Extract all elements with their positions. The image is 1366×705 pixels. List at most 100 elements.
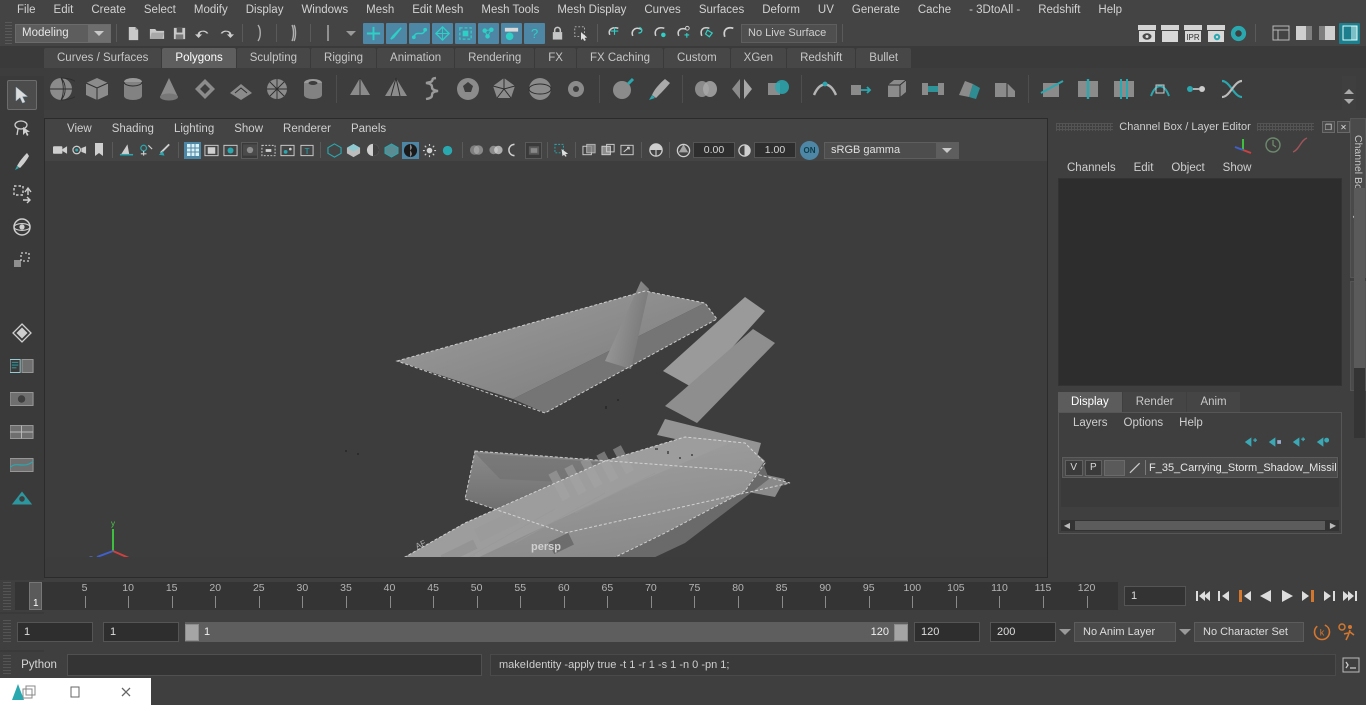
lock-icon[interactable]	[547, 23, 568, 44]
grab-viewport-icon[interactable]	[619, 142, 636, 159]
animation-end-time-field[interactable]: 200	[990, 622, 1056, 642]
range-end-handle[interactable]	[894, 623, 908, 641]
select-render-icon[interactable]	[501, 22, 522, 44]
select-tool[interactable]	[7, 80, 37, 110]
exposure-control-icon[interactable]	[675, 142, 692, 159]
poly-cube-icon[interactable]	[80, 72, 114, 106]
four-view-layout[interactable]	[7, 417, 37, 447]
menu-edit-mesh[interactable]: Edit Mesh	[403, 0, 472, 20]
xray-joints-icon[interactable]	[487, 142, 504, 159]
select-dynamic-icon[interactable]	[478, 22, 499, 44]
offset-edge-loop-icon[interactable]	[1107, 72, 1141, 106]
time-slider-track[interactable]: 1 5 10 15 20 25 30 35 40 45 50 55 60 65 70 75 80 85 90 95 1…	[15, 582, 1118, 610]
booleans-icon[interactable]	[761, 72, 795, 106]
shelf-tab-bullet[interactable]: Bullet	[856, 48, 912, 68]
menuset-selector[interactable]: Modeling	[15, 23, 111, 43]
step-forward-keyframe-icon[interactable]	[1319, 586, 1338, 606]
shelf-tab-redshift[interactable]: Redshift	[787, 48, 856, 68]
grid-icon[interactable]	[184, 141, 201, 159]
channel-box-menu-show[interactable]: Show	[1214, 162, 1261, 174]
flat-shade-icon[interactable]	[383, 142, 400, 159]
menu-modify[interactable]: Modify	[185, 0, 237, 20]
select-components-icon[interactable]	[553, 142, 570, 159]
layer-tab-display[interactable]: Display	[1058, 392, 1122, 412]
quad-draw-icon[interactable]	[1143, 72, 1177, 106]
command-language-label[interactable]: Python	[11, 659, 67, 671]
redo-icon[interactable]	[215, 23, 236, 44]
shelf-tab-xgen[interactable]: XGen	[730, 48, 787, 68]
make-live-icon[interactable]	[719, 23, 740, 44]
snap-to-view-plane-icon[interactable]	[696, 23, 717, 44]
range-slider-track[interactable]: 1 120	[185, 622, 908, 642]
scrollbar-thumb[interactable]	[1075, 521, 1325, 530]
shelf-tab-fx-caching[interactable]: FX Caching	[576, 48, 664, 68]
shelf-tab-rendering[interactable]: Rendering	[455, 48, 535, 68]
poly-plane-icon[interactable]	[224, 72, 258, 106]
viewport-menu-lighting[interactable]: Lighting	[164, 119, 224, 139]
poly-pipe-icon[interactable]	[296, 72, 330, 106]
animation-start-time-field[interactable]: 1	[17, 622, 93, 642]
menu-select[interactable]: Select	[135, 0, 185, 20]
viewport-menu-show[interactable]: Show	[224, 119, 273, 139]
layer-name[interactable]: F_35_Carrying_Storm_Shadow_Missile	[1149, 462, 1337, 474]
textures-icon[interactable]	[402, 141, 419, 159]
step-forward-frame-icon[interactable]	[1298, 586, 1317, 606]
character-set-selector[interactable]: No Character Set	[1194, 622, 1304, 642]
select-camera-icon[interactable]	[52, 142, 69, 159]
xray-active-components-icon[interactable]	[506, 142, 523, 159]
channel-box-content[interactable]	[1058, 178, 1342, 386]
viewport-3d-canvas[interactable]: 06 AF	[45, 161, 1047, 557]
menu-uv[interactable]: UV	[809, 0, 843, 20]
color-management-toggle[interactable]: ON	[800, 140, 819, 160]
select-by-hierarchy-icon[interactable]	[249, 23, 270, 44]
maximize-icon[interactable]	[50, 678, 100, 705]
poly-pyramid-icon[interactable]	[379, 72, 413, 106]
snap-to-projected-center-icon[interactable]	[673, 23, 694, 44]
character-set-dropdown-arrow[interactable]	[1176, 622, 1194, 642]
live-surface-field[interactable]: No Live Surface	[741, 23, 837, 43]
shelf-tab-fx[interactable]: FX	[535, 48, 576, 68]
time-slider-grip[interactable]	[3, 582, 11, 610]
sculpt-geometry-icon[interactable]	[606, 72, 640, 106]
shaded-wireframe-icon[interactable]	[364, 142, 381, 159]
scroll-left-icon[interactable]: ◀	[1061, 520, 1073, 531]
range-start-time-field[interactable]: 1	[103, 622, 179, 642]
wedge-icon[interactable]	[988, 72, 1022, 106]
smooth-icon[interactable]	[808, 72, 842, 106]
lights-icon[interactable]	[421, 142, 438, 159]
target-weld-icon[interactable]	[1179, 72, 1213, 106]
list-item[interactable]: V P F_35_Carrying_Storm_Shadow_Missile	[1062, 457, 1338, 478]
viewport-menu-shading[interactable]: Shading	[102, 119, 164, 139]
move-tool[interactable]	[7, 179, 37, 209]
play-forwards-icon[interactable]	[1277, 586, 1296, 606]
layer-list[interactable]: V P F_35_Carrying_Storm_Shadow_Missile	[1061, 457, 1339, 507]
render-sequence-icon[interactable]	[1159, 23, 1180, 44]
go-to-end-icon[interactable]	[1340, 586, 1359, 606]
range-end-time-field[interactable]: 120	[914, 622, 980, 642]
select-by-component-icon[interactable]	[317, 23, 338, 44]
camera-attributes-icon[interactable]	[71, 142, 88, 159]
show-hide-attribute-editor-icon[interactable]	[1293, 23, 1314, 44]
graph-layout[interactable]	[7, 450, 37, 480]
open-scene-icon[interactable]	[146, 23, 167, 44]
color-management-selector[interactable]: sRGB gamma	[824, 141, 959, 159]
xray-icon[interactable]	[468, 142, 485, 159]
viewport-render-icon[interactable]	[600, 142, 617, 159]
show-hide-tool-settings-icon[interactable]	[1316, 23, 1337, 44]
combine-icon[interactable]	[689, 72, 723, 106]
append-polygon-icon[interactable]	[952, 72, 986, 106]
range-start-handle[interactable]	[185, 623, 199, 641]
film-origin-icon[interactable]	[260, 142, 277, 159]
toolbar-grip[interactable]	[5, 22, 12, 44]
poly-soccer-ball-icon[interactable]	[451, 72, 485, 106]
outliner-persp-layout[interactable]	[7, 351, 37, 381]
save-scene-icon[interactable]	[169, 23, 190, 44]
new-layer-from-selected-icon[interactable]	[1266, 435, 1281, 453]
smooth-shade-icon[interactable]	[345, 142, 362, 159]
curve-icon[interactable]	[1290, 136, 1310, 159]
marquee-select-icon[interactable]	[570, 23, 591, 44]
clock-icon[interactable]	[1264, 136, 1282, 159]
menu-edit[interactable]: Edit	[45, 0, 83, 20]
poly-disc-icon[interactable]	[260, 72, 294, 106]
menu-redshift[interactable]: Redshift	[1029, 0, 1089, 20]
